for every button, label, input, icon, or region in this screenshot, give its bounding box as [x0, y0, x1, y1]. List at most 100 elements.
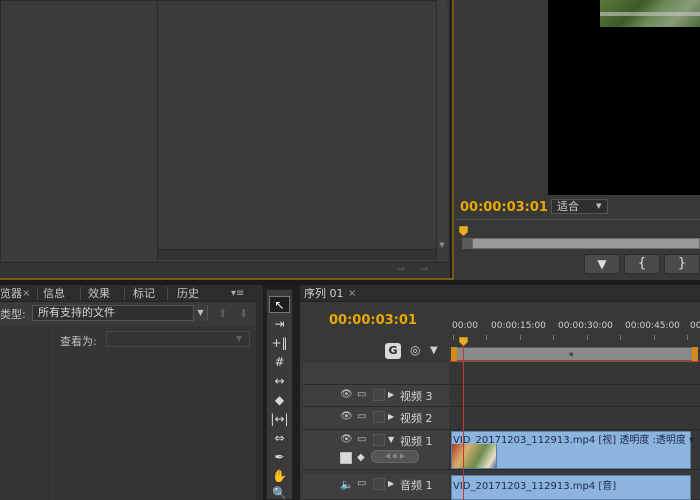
pen-tool-icon[interactable]: ✒	[269, 449, 290, 466]
tab-info[interactable]: 信息	[43, 286, 65, 301]
scroll-down-icon[interactable]: ▼	[438, 241, 446, 249]
speaker-icon[interactable]: 🔈	[340, 478, 354, 491]
sync-lock-icon[interactable]: ▭	[357, 434, 369, 446]
eye-icon[interactable]: 👁	[340, 434, 353, 446]
tab-separator	[124, 287, 125, 300]
track-name: 音频 1	[400, 479, 433, 492]
work-area-end-handle[interactable]	[692, 347, 698, 361]
mark-out-button[interactable]: }	[664, 254, 700, 274]
view-as-label: 查看为:	[60, 335, 97, 348]
file-type-label: 类型:	[0, 308, 26, 321]
folder-tree[interactable]	[0, 326, 50, 500]
expand-track-icon[interactable]: ▶	[388, 478, 396, 490]
track-lock-toggle[interactable]	[373, 411, 385, 423]
timeline-tabbar	[300, 285, 700, 302]
razor-tool-icon[interactable]: ◆	[269, 392, 290, 409]
track-select-tool-icon[interactable]: ⇥	[269, 316, 290, 333]
panel-menu-icon[interactable]: ▾≡	[231, 286, 244, 301]
chevron-down-icon[interactable]: ▼	[236, 331, 248, 347]
expand-track-icon[interactable]: ▶	[388, 411, 396, 423]
view-as-select[interactable]	[106, 331, 250, 347]
track-area-video3[interactable]	[449, 385, 700, 407]
keyframe-icon[interactable]: ◆	[357, 452, 369, 464]
eye-icon[interactable]: 👁	[340, 411, 353, 423]
ruler-tick	[553, 335, 554, 340]
selection-tool-icon[interactable]: ↖	[269, 296, 290, 313]
add-marker-icon[interactable]: ▼	[430, 345, 440, 357]
horizontal-scrollbar[interactable]	[158, 249, 436, 260]
ruler-tick	[654, 335, 655, 340]
tab-markers[interactable]: 标记	[133, 286, 155, 301]
sync-lock-icon[interactable]: ▭	[357, 478, 369, 490]
add-marker-button[interactable]: ▼	[584, 254, 620, 274]
hand-tool-icon[interactable]: ✋	[269, 468, 290, 485]
playhead-icon[interactable]	[459, 337, 468, 346]
ruler-tick	[620, 335, 621, 340]
sync-lock-icon[interactable]: ▭	[357, 411, 369, 423]
navigate-back-icon[interactable]: ⬆	[218, 307, 227, 320]
file-list[interactable]	[51, 326, 256, 500]
tab-media-browser[interactable]: 览器	[0, 286, 22, 301]
slip-tool-icon[interactable]: |↔|	[269, 411, 290, 428]
panel-footer	[0, 262, 450, 278]
chevron-down-icon[interactable]: ▼	[596, 200, 601, 213]
close-icon[interactable]: ×	[22, 286, 30, 301]
sync-lock-icon[interactable]: ▭	[357, 389, 369, 401]
track-name: 视频 3	[400, 390, 433, 403]
ruler-label: 00	[690, 321, 700, 331]
program-scrub-bar[interactable]	[472, 238, 700, 249]
playhead-icon[interactable]	[459, 226, 468, 236]
rate-stretch-tool-icon[interactable]: ↔	[269, 373, 290, 390]
navigate-forward-icon[interactable]: ⬇	[239, 307, 248, 320]
track-area	[449, 363, 700, 385]
collapse-track-icon[interactable]: ▼	[388, 434, 396, 446]
sequence-marker-icon[interactable]: ◎	[410, 343, 424, 357]
tab-effects[interactable]: 效果	[88, 286, 110, 301]
timeline-timecode[interactable]: 00:00:03:01	[329, 313, 417, 328]
ruler-label: 00:00:30:00	[558, 321, 613, 331]
display-style-toggle[interactable]	[340, 452, 352, 464]
eye-icon[interactable]: 👁	[340, 389, 353, 401]
snap-icon[interactable]: G	[385, 343, 401, 359]
tab-history[interactable]: 历史	[177, 286, 199, 301]
track-lock-toggle[interactable]	[373, 478, 385, 490]
work-area-bar[interactable]	[451, 347, 697, 361]
tab-separator	[37, 287, 38, 300]
track-name: 视频 2	[400, 412, 433, 425]
clip-thumbnail	[452, 444, 496, 468]
work-area-start-handle[interactable]	[451, 347, 457, 361]
chevron-down-icon[interactable]: ▼	[193, 305, 207, 321]
ruler-tick	[587, 335, 588, 340]
rolling-edit-tool-icon[interactable]: #	[269, 354, 290, 371]
clip-divider	[496, 444, 497, 468]
ruler-tick	[453, 335, 454, 340]
vertical-scrollbar[interactable]	[256, 285, 263, 500]
project-panel	[0, 0, 450, 278]
insert-icon[interactable]: ⇒	[397, 264, 409, 276]
keyframe-nav-buttons[interactable]: ◀ ◆ ▶	[371, 450, 419, 463]
close-icon[interactable]: ×	[348, 286, 356, 301]
overwrite-icon[interactable]: ⇝	[420, 264, 432, 276]
program-bar-start	[462, 238, 472, 249]
expand-track-icon[interactable]: ▶	[388, 389, 396, 401]
zoom-tool-icon[interactable]: 🔍	[269, 485, 290, 500]
program-timecode[interactable]: 00:00:03:01	[460, 200, 548, 215]
track-lock-toggle[interactable]	[373, 389, 385, 401]
playhead-line[interactable]	[463, 339, 464, 500]
vertical-scrollbar[interactable]	[437, 0, 447, 249]
program-ruler	[456, 219, 700, 220]
track-name: 视频 1	[400, 435, 433, 448]
file-type-select[interactable]: 所有支持的文件	[32, 305, 208, 321]
tab-sequence[interactable]: 序列 01	[304, 286, 344, 301]
ruler-tick	[687, 335, 688, 340]
ripple-edit-tool-icon[interactable]: +‖	[269, 335, 290, 352]
track-area-video2[interactable]	[449, 407, 700, 430]
ruler-tick	[520, 335, 521, 340]
track-lock-toggle[interactable]	[373, 434, 385, 446]
tab-separator	[80, 287, 81, 300]
mark-in-button[interactable]: {	[624, 254, 660, 274]
slide-tool-icon[interactable]: ⇔	[269, 430, 290, 447]
media-browser-tabbar	[0, 285, 263, 302]
work-area-grip-icon[interactable]: ▪	[569, 350, 574, 358]
clip-label: VID_20171203_112913.mp4 [音]	[453, 481, 617, 492]
